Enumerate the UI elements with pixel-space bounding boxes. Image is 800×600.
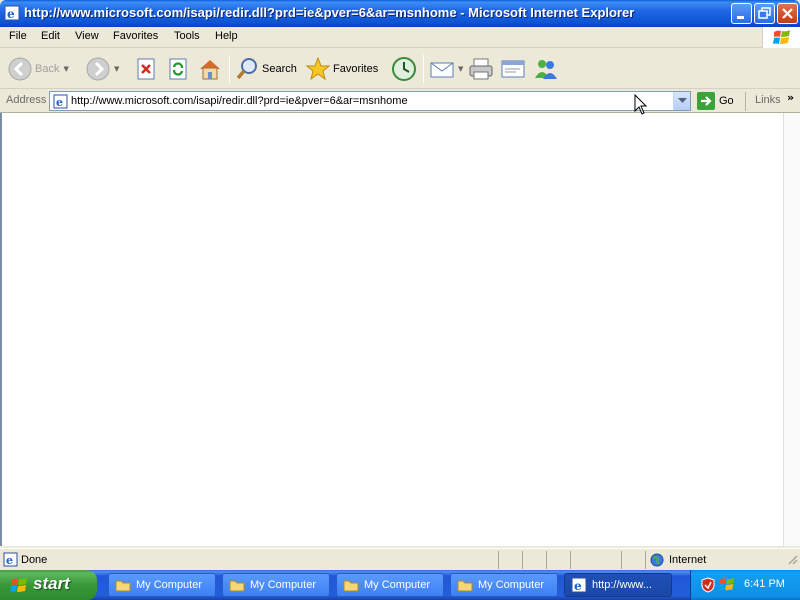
favorites-label: Favorites [333,63,379,75]
task-label: My Computer [364,579,431,591]
edit-page-icon [501,60,525,78]
address-url: http://www.microsoft.com/isapi/redir.dll… [71,95,408,107]
address-bar: Address e http://www.microsoft.com/isapi… [0,90,800,113]
menu-favorites[interactable]: Favorites [113,30,158,42]
refresh-button[interactable] [167,55,189,83]
links-toolbar[interactable]: Links [745,92,781,111]
address-input[interactable]: e http://www.microsoft.com/isapi/redir.d… [49,91,691,111]
forward-button[interactable]: ▼ [86,55,119,83]
folder-icon [343,580,359,592]
menu-file[interactable]: File [9,30,27,42]
print-button[interactable] [468,55,494,83]
vertical-scrollbar[interactable] [783,113,800,546]
task-my-computer[interactable]: My Computer [222,573,330,597]
globe-icon [650,553,664,567]
back-label: Back [35,63,60,75]
svg-text:e: e [7,7,15,21]
go-button[interactable]: Go [697,92,734,110]
zone-label: Internet [669,554,707,566]
status-bar: e Done Internet [0,548,800,570]
stop-icon [137,58,155,80]
title-bar[interactable]: e http://www.microsoft.com/isapi/redir.d… [0,0,800,27]
home-button[interactable] [198,55,222,83]
start-button[interactable]: start [0,570,97,600]
maximize-button[interactable] [754,3,775,24]
address-dropdown-button[interactable] [673,92,690,110]
go-label: Go [719,95,734,107]
mail-dropdown-icon[interactable]: ▼ [458,65,463,73]
task-label: My Computer [478,579,545,591]
taskbar: start My Computer My Computer My Compute… [0,570,800,600]
task-label: My Computer [250,579,317,591]
svg-text:e: e [56,96,63,109]
home-icon [200,60,220,80]
ie-page-icon: e [571,577,587,593]
edit-button[interactable] [500,55,526,83]
menu-help[interactable]: Help [215,30,238,42]
windows-logo-icon [762,27,800,48]
star-icon [306,57,330,81]
ie-page-icon: e [4,5,20,21]
printer-icon [469,58,493,80]
security-shield-icon[interactable] [701,577,715,596]
folder-icon [229,580,245,592]
window-title: http://www.microsoft.com/isapi/redir.dll… [24,5,635,20]
standard-toolbar: Back ▼ ▼ Search Favorites ▼ [0,49,800,89]
address-label: Address [6,94,47,106]
menu-tools[interactable]: Tools [174,30,200,42]
task-internet-explorer[interactable]: e http://www... [564,573,672,597]
search-label: Search [262,63,297,75]
forward-arrow-icon [86,57,110,81]
mail-button[interactable]: ▼ [430,55,463,83]
back-arrow-icon [8,57,32,81]
status-text: Done [21,554,48,566]
minimize-button[interactable] [731,3,752,24]
chevron-right-icon[interactable]: » [787,91,794,104]
security-zone[interactable]: Internet [650,553,706,567]
folder-icon [457,580,473,592]
messenger-icon [535,60,557,79]
search-icon [236,58,257,80]
menu-view[interactable]: View [75,30,99,42]
start-label: start [33,574,70,593]
back-dropdown-icon[interactable]: ▼ [63,65,68,73]
task-my-computer[interactable]: My Computer [108,573,216,597]
menu-edit[interactable]: Edit [41,30,60,42]
page-content[interactable] [0,113,783,546]
task-label: My Computer [136,579,203,591]
task-my-computer[interactable]: My Computer [336,573,444,597]
system-tray: 6:41 PM [690,570,800,600]
refresh-icon [169,58,187,80]
mouse-cursor-icon [634,93,648,119]
folder-icon [115,580,131,592]
svg-text:e: e [574,579,582,593]
svg-text:e: e [6,554,13,567]
messenger-button[interactable] [533,55,559,83]
favorites-button[interactable]: Favorites [306,55,378,83]
go-arrow-icon [697,92,715,110]
windows-flag-icon[interactable] [719,577,735,595]
task-label: http://www... [592,579,652,591]
clock[interactable]: 6:41 PM [744,578,785,590]
close-button[interactable] [777,3,798,24]
forward-dropdown-icon[interactable]: ▼ [114,65,119,73]
windows-flag-icon [9,577,29,597]
mail-icon [430,62,454,78]
page-done-icon: e [3,552,18,570]
ie-page-icon: e [53,94,68,112]
search-button[interactable]: Search [235,55,297,83]
history-button[interactable] [391,55,417,83]
resize-grip-icon[interactable] [786,553,798,568]
stop-button[interactable] [135,55,157,83]
task-my-computer[interactable]: My Computer [450,573,558,597]
back-button[interactable]: Back ▼ [8,55,69,83]
history-icon [392,57,416,81]
menu-bar: File Edit View Favorites Tools Help [0,27,800,48]
